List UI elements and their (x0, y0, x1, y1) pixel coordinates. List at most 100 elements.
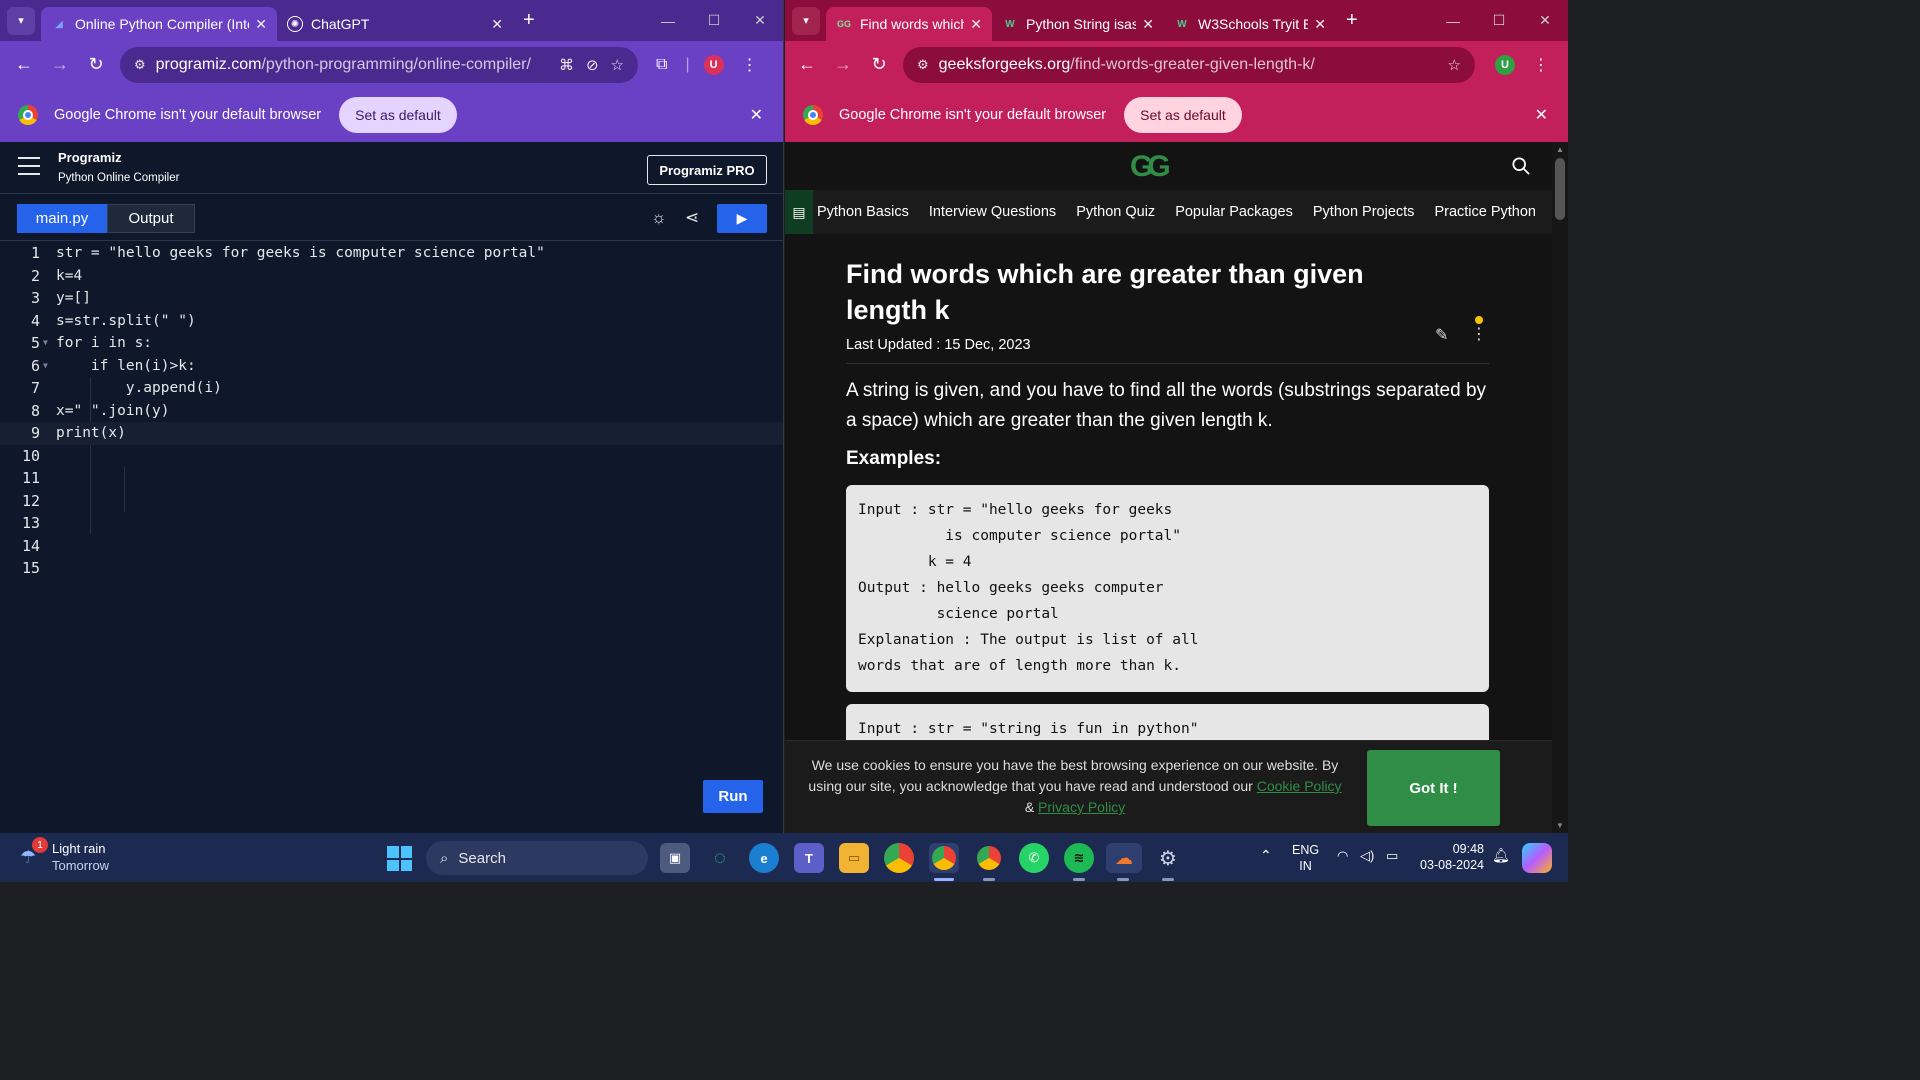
weather-widget[interactable]: ☂ 1 Light rain Tomorrow (20, 837, 130, 877)
nav-practice-python[interactable]: Practice Python (1434, 204, 1536, 220)
share-icon[interactable]: ⋖ (685, 208, 699, 228)
tab-programiz[interactable]: ◢ Online Python Compiler (Interp ✕ (41, 7, 277, 41)
privacy-policy-link[interactable]: Privacy Policy (1038, 799, 1125, 815)
fold-arrow-icon[interactable]: ▼ (43, 355, 48, 378)
start-button-icon[interactable] (387, 846, 412, 871)
close-tab-icon[interactable]: ✕ (970, 16, 982, 33)
code-line[interactable]: 1 str = "hello geeks for geeks is compute… (0, 242, 783, 265)
code-line[interactable]: 5 ▼ for i in s: (0, 332, 783, 355)
menu-kebab-icon[interactable]: ⋮ (1533, 55, 1549, 75)
address-bar[interactable]: ⚙ geeksforgeeks.org/find-words-greater-g… (903, 46, 1475, 83)
code-line[interactable]: 14 (0, 535, 783, 558)
code-line[interactable]: 9 print(x) (0, 422, 783, 445)
back-icon[interactable]: ← (789, 54, 825, 75)
profile-avatar[interactable]: U (703, 54, 724, 75)
new-tab-icon[interactable]: + (1346, 9, 1358, 32)
teams-icon[interactable]: T (794, 843, 824, 873)
cloud-app-icon[interactable]: ☁ (1106, 843, 1142, 873)
close-tab-icon[interactable]: ✕ (491, 16, 503, 33)
code-line[interactable]: 15 (0, 557, 783, 580)
code-line[interactable]: 8 x=" ".join(y) (0, 400, 783, 423)
new-tab-icon[interactable]: + (523, 9, 535, 32)
nav-python-quiz[interactable]: Python Quiz (1076, 204, 1155, 220)
search-icon[interactable] (1512, 157, 1530, 175)
scroll-up-icon[interactable]: ▲ (1556, 145, 1564, 154)
fold-arrow-icon[interactable]: ▼ (43, 332, 48, 355)
address-bar[interactable]: ⚙ programiz.com/python-programming/onlin… (120, 46, 638, 83)
close-window-icon[interactable]: ✕ (1522, 12, 1568, 29)
maximize-icon[interactable]: ☐ (691, 12, 737, 29)
forward-icon[interactable]: → (42, 54, 78, 75)
hamburger-menu-icon[interactable] (18, 157, 40, 181)
code-line[interactable]: 7 y.append(i) (0, 377, 783, 400)
code-line[interactable]: 6 ▼ if len(i)>k: (0, 355, 783, 378)
scrollbar-thumb[interactable] (1555, 158, 1565, 220)
programiz-pro-button[interactable]: Programiz PRO (647, 155, 767, 185)
bookmark-star-icon[interactable]: ☆ (1448, 56, 1461, 74)
scroll-down-icon[interactable]: ▼ (1556, 821, 1564, 830)
page-scrollbar[interactable]: ▲ ▼ (1552, 142, 1568, 833)
chrome-profile-icon[interactable] (929, 843, 959, 873)
spotify-icon[interactable]: ≋ (1064, 843, 1094, 873)
volume-icon[interactable]: ◁) (1360, 848, 1374, 864)
close-banner-icon[interactable]: ✕ (1535, 105, 1548, 125)
close-tab-icon[interactable]: ✕ (1142, 16, 1154, 33)
chevron-up-icon[interactable]: ⌃ (1260, 847, 1272, 863)
menu-kebab-icon[interactable]: ⋮ (742, 55, 758, 75)
run-button[interactable]: Run (703, 780, 763, 813)
battery-icon[interactable]: ▭ (1386, 848, 1398, 864)
chrome-profile-icon[interactable] (974, 843, 1004, 873)
nav-python-basics[interactable]: Python Basics (817, 204, 909, 220)
code-editor[interactable]: 1 str = "hello geeks for geeks is compute… (0, 242, 783, 833)
nav-popular-packages[interactable]: Popular Packages (1175, 204, 1293, 220)
tab-w3schools-tryit[interactable]: W W3Schools Tryit Ed ✕ (1164, 7, 1336, 41)
code-line[interactable]: 2 k=4 (0, 265, 783, 288)
copilot-app-icon[interactable] (1522, 843, 1552, 873)
close-banner-icon[interactable]: ✕ (750, 105, 763, 125)
nav-interview-questions[interactable]: Interview Questions (929, 204, 1056, 220)
tab-output[interactable]: Output (107, 204, 195, 233)
code-line[interactable]: 11 (0, 467, 783, 490)
reload-icon[interactable]: ↻ (78, 54, 114, 75)
clock[interactable]: 09:48 03-08-2024 (1412, 841, 1484, 873)
tab-search-button[interactable]: ▾ (792, 6, 820, 35)
close-tab-icon[interactable]: ✕ (255, 16, 267, 33)
reload-icon[interactable]: ↻ (861, 54, 897, 75)
back-icon[interactable]: ← (6, 54, 42, 75)
run-play-button[interactable]: ▶ (717, 204, 767, 233)
code-line[interactable]: 4 s=str.split(" ") (0, 310, 783, 333)
close-window-icon[interactable]: ✕ (737, 12, 783, 29)
file-explorer-icon[interactable]: ▭ (839, 843, 869, 873)
code-line[interactable]: 10 (0, 445, 783, 468)
edge-icon[interactable]: e (749, 843, 779, 873)
site-info-icon[interactable]: ⚙ (134, 57, 146, 73)
whatsapp-icon[interactable]: ✆ (1019, 843, 1049, 873)
cookie-policy-link[interactable]: Cookie Policy (1257, 778, 1342, 794)
tracking-icon[interactable]: ⊘ (586, 56, 599, 74)
profile-avatar[interactable]: U (1495, 54, 1515, 75)
close-tab-icon[interactable]: ✕ (1314, 16, 1326, 33)
edit-pencil-icon[interactable]: ✎ (1435, 325, 1448, 345)
more-options-icon[interactable]: ⋮ (1471, 324, 1487, 344)
task-view-icon[interactable]: ▣ (660, 843, 690, 873)
tab-search-button[interactable]: ▾ (7, 6, 35, 35)
programiz-logo[interactable]: Programiz (58, 150, 122, 165)
copilot-icon[interactable]: ◌ (705, 843, 735, 873)
gfg-logo[interactable]: GG (1130, 150, 1171, 184)
theme-toggle-icon[interactable]: ☼ (651, 208, 667, 228)
wifi-icon[interactable]: ◠ (1337, 848, 1348, 864)
tab-main-py[interactable]: main.py (17, 204, 107, 233)
set-default-button[interactable]: Set as default (339, 97, 457, 133)
tab-gfg[interactable]: GG Find words which a ✕ (826, 7, 992, 41)
chrome-icon[interactable] (884, 843, 914, 873)
site-info-icon[interactable]: ⚙ (917, 57, 929, 73)
settings-gear-icon[interactable]: ⚙ (1153, 843, 1183, 873)
code-line[interactable]: 13 (0, 512, 783, 535)
code-line[interactable]: 12 (0, 490, 783, 513)
set-default-button[interactable]: Set as default (1124, 97, 1242, 133)
minimize-icon[interactable]: — (645, 13, 691, 29)
taskbar-search[interactable]: ⌕ Search (426, 841, 648, 875)
nav-python-projects[interactable]: Python Projects (1313, 204, 1415, 220)
code-line[interactable]: 3 y=[] (0, 287, 783, 310)
forward-icon[interactable]: → (825, 54, 861, 75)
